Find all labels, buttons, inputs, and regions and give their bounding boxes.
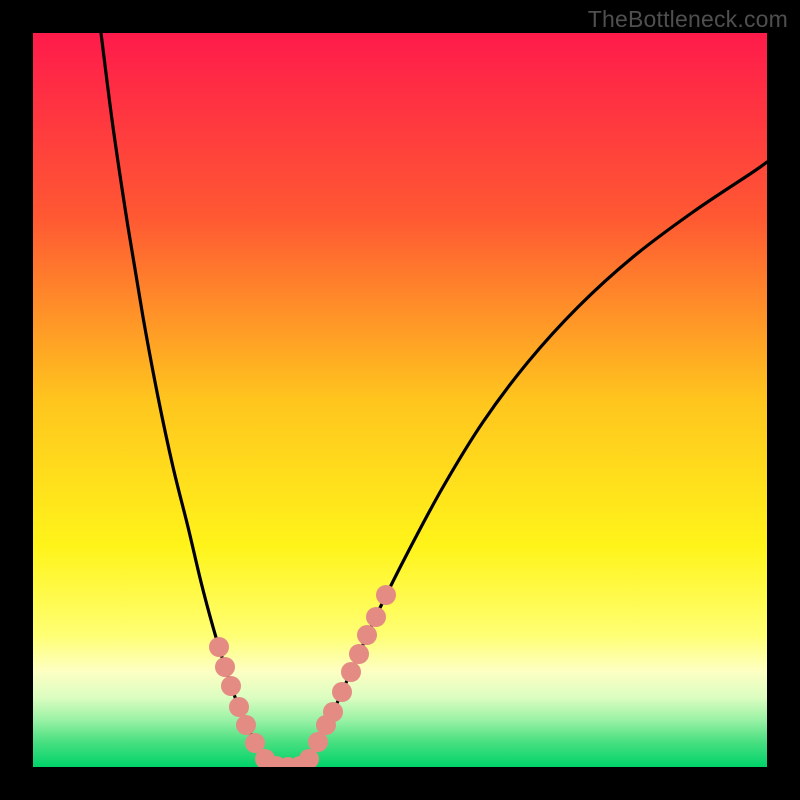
- highlight-dot: [323, 702, 343, 722]
- highlight-dot: [308, 732, 328, 752]
- chart-frame: TheBottleneck.com: [0, 0, 800, 800]
- highlight-dot: [215, 657, 235, 677]
- highlight-dot: [341, 662, 361, 682]
- highlight-dot: [221, 676, 241, 696]
- highlight-dot: [229, 697, 249, 717]
- highlight-dot: [366, 607, 386, 627]
- highlight-dot: [357, 625, 377, 645]
- bottleneck-chart: [33, 33, 767, 767]
- gradient-background: [33, 33, 767, 767]
- watermark-text: TheBottleneck.com: [588, 6, 788, 33]
- highlight-dot: [332, 682, 352, 702]
- highlight-dot: [236, 715, 256, 735]
- highlight-dot: [376, 585, 396, 605]
- highlight-dot: [209, 637, 229, 657]
- highlight-dot: [349, 644, 369, 664]
